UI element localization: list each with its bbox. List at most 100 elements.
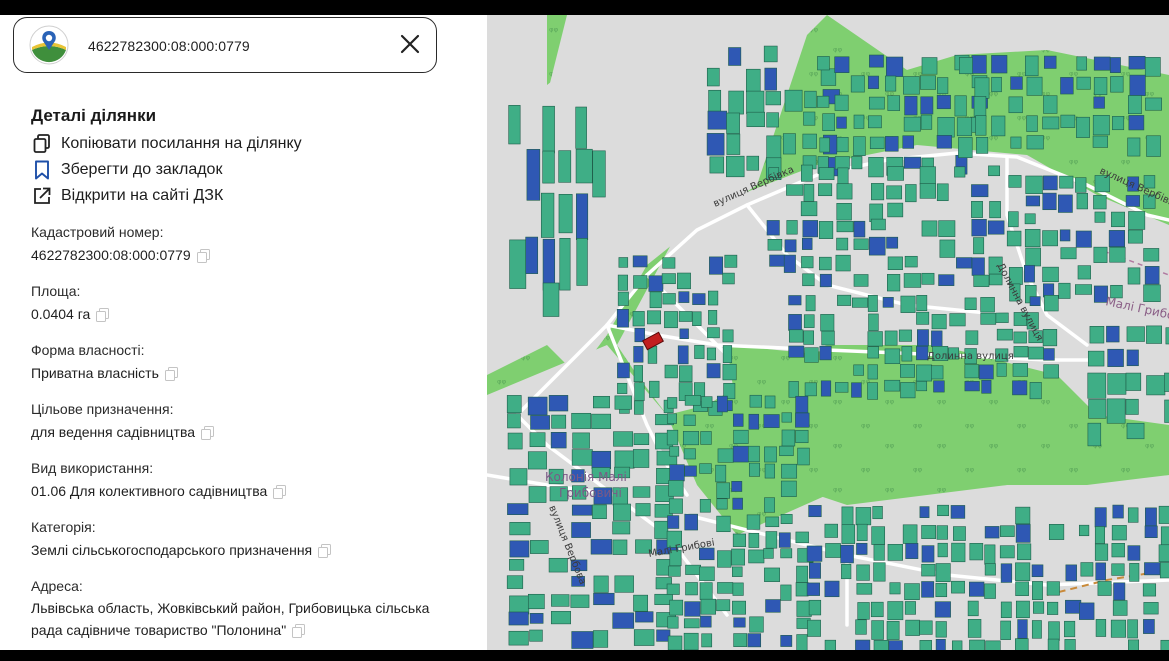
land-parcel[interactable]: [593, 395, 610, 409]
land-parcel[interactable]: [780, 480, 797, 497]
land-parcel[interactable]: [726, 112, 740, 134]
land-parcel[interactable]: [1043, 283, 1055, 298]
land-parcel[interactable]: [1087, 372, 1107, 399]
land-parcel[interactable]: [1042, 192, 1057, 211]
land-parcel[interactable]: [822, 113, 835, 131]
land-parcel[interactable]: [870, 601, 884, 618]
land-parcel[interactable]: [575, 106, 587, 149]
land-parcel[interactable]: [978, 364, 994, 380]
land-parcel[interactable]: [509, 239, 527, 289]
land-parcel[interactable]: [1023, 264, 1035, 283]
land-parcel[interactable]: [920, 114, 933, 130]
close-icon[interactable]: [397, 31, 423, 57]
land-parcel[interactable]: [816, 95, 830, 108]
land-parcel[interactable]: [1043, 348, 1055, 361]
land-parcel[interactable]: [1127, 137, 1141, 157]
land-parcel[interactable]: [850, 75, 865, 93]
land-parcel[interactable]: [726, 133, 741, 155]
land-parcel[interactable]: [1164, 399, 1169, 423]
land-parcel[interactable]: [801, 237, 813, 250]
land-parcel[interactable]: [677, 345, 689, 365]
land-parcel[interactable]: [973, 96, 987, 118]
land-parcel[interactable]: [904, 583, 920, 600]
land-parcel[interactable]: [617, 274, 628, 291]
land-parcel[interactable]: [969, 543, 984, 561]
land-parcel[interactable]: [1158, 544, 1169, 563]
land-parcel[interactable]: [872, 506, 883, 520]
land-parcel[interactable]: [1126, 422, 1145, 440]
land-parcel[interactable]: [527, 396, 548, 416]
land-parcel[interactable]: [1046, 581, 1060, 596]
land-parcel[interactable]: [706, 133, 725, 156]
land-parcel[interactable]: [951, 640, 963, 650]
land-parcel[interactable]: [796, 565, 809, 583]
land-parcel[interactable]: [868, 313, 879, 331]
land-parcel[interactable]: [869, 136, 885, 149]
land-parcel[interactable]: [834, 156, 850, 170]
land-parcel[interactable]: [837, 167, 849, 185]
land-parcel[interactable]: [975, 115, 987, 136]
land-parcel[interactable]: [1088, 399, 1107, 419]
land-parcel[interactable]: [733, 617, 746, 628]
land-parcel[interactable]: [837, 294, 852, 306]
land-parcel[interactable]: [551, 414, 567, 429]
land-parcel[interactable]: [766, 135, 782, 159]
land-parcel[interactable]: [1029, 296, 1041, 307]
land-parcel[interactable]: [818, 221, 834, 239]
land-parcel[interactable]: [971, 257, 985, 276]
land-parcel[interactable]: [921, 563, 936, 577]
land-parcel[interactable]: [806, 582, 820, 596]
land-parcel[interactable]: [572, 432, 590, 449]
land-parcel[interactable]: [1109, 57, 1121, 74]
land-parcel[interactable]: [722, 345, 733, 363]
land-parcel[interactable]: [592, 504, 607, 520]
land-parcel[interactable]: [542, 282, 560, 317]
land-parcel[interactable]: [1127, 229, 1143, 244]
land-parcel[interactable]: [1064, 620, 1076, 638]
land-parcel[interactable]: [1048, 524, 1065, 540]
land-parcel[interactable]: [804, 90, 817, 109]
land-parcel[interactable]: [796, 634, 808, 650]
land-parcel[interactable]: [781, 429, 796, 447]
land-parcel[interactable]: [985, 640, 1001, 650]
land-parcel[interactable]: [715, 464, 727, 483]
land-parcel[interactable]: [592, 150, 606, 198]
land-parcel[interactable]: [807, 619, 821, 637]
land-parcel[interactable]: [709, 156, 725, 174]
land-parcel[interactable]: [749, 616, 764, 633]
copy-icon[interactable]: [273, 485, 287, 500]
land-parcel[interactable]: [1043, 95, 1058, 114]
land-parcel[interactable]: [529, 629, 543, 642]
land-parcel[interactable]: [1017, 619, 1028, 639]
land-parcel[interactable]: [1127, 507, 1139, 523]
land-parcel[interactable]: [889, 582, 901, 595]
land-parcel[interactable]: [551, 594, 570, 607]
land-parcel[interactable]: [616, 309, 629, 328]
land-parcel[interactable]: [999, 525, 1015, 537]
land-parcel[interactable]: [1144, 57, 1161, 77]
land-parcel[interactable]: [1000, 601, 1012, 618]
land-parcel[interactable]: [1010, 76, 1023, 90]
land-parcel[interactable]: [764, 446, 777, 463]
land-parcel[interactable]: [1059, 229, 1071, 242]
land-parcel[interactable]: [964, 381, 980, 392]
land-parcel[interactable]: [853, 136, 866, 156]
copy-icon[interactable]: [318, 544, 332, 559]
land-parcel[interactable]: [855, 507, 872, 526]
land-parcel[interactable]: [508, 630, 529, 646]
land-parcel[interactable]: [1042, 230, 1058, 247]
land-parcel[interactable]: [967, 600, 979, 617]
land-parcel[interactable]: [1042, 266, 1059, 283]
copy-icon[interactable]: [196, 249, 210, 264]
land-parcel[interactable]: [820, 314, 835, 332]
land-parcel[interactable]: [871, 526, 886, 545]
land-parcel[interactable]: [836, 183, 853, 200]
land-parcel[interactable]: [808, 599, 822, 616]
land-parcel[interactable]: [632, 449, 650, 468]
land-parcel[interactable]: [836, 116, 847, 129]
land-parcel[interactable]: [591, 413, 612, 429]
land-parcel[interactable]: [666, 429, 679, 446]
land-parcel[interactable]: [764, 567, 780, 582]
land-parcel[interactable]: [1112, 504, 1124, 519]
land-parcel[interactable]: [1065, 564, 1077, 582]
